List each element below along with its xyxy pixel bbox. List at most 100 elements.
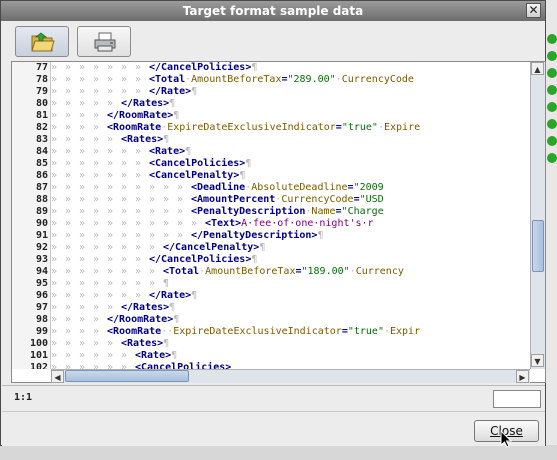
indent-marker: » xyxy=(149,218,156,229)
indent-marker: » xyxy=(79,290,86,301)
horizontal-scrollbar[interactable]: ◀ ▶ xyxy=(51,369,530,383)
status-dot-icon xyxy=(547,34,557,44)
code-token: AbsoluteDeadline xyxy=(251,182,348,193)
indent-marker: » xyxy=(135,62,142,73)
indent-marker: » xyxy=(121,62,128,73)
indent-marker: » xyxy=(121,230,128,241)
indent-marker: » xyxy=(51,314,58,325)
code-editor[interactable]: 77 78 79 80 81 82 83 84 85 86 87 88 89 90 91 92 93 94 95 96… xyxy=(11,61,546,383)
indent-marker: » xyxy=(107,302,114,313)
indent-marker: » xyxy=(65,290,72,301)
code-token: Expir xyxy=(390,326,421,337)
indent-marker: » xyxy=(65,122,72,133)
code-token: "true" xyxy=(341,122,378,133)
code-token: </RoomRate> xyxy=(107,110,174,121)
code-line: » » » » » » » » » » » <Text>A·fee·of·one·night's·r xyxy=(51,218,374,230)
indent-marker: » xyxy=(93,338,100,349)
code-token: AmountBeforeTax xyxy=(205,266,296,277)
vertical-scrollbar[interactable]: ▲ ▼ xyxy=(530,62,545,369)
status-dot-icon xyxy=(547,136,557,146)
indent-marker: » xyxy=(121,182,128,193)
indent-marker: » xyxy=(135,290,142,301)
code-token: ¶ xyxy=(251,254,258,265)
indent-marker: » xyxy=(79,302,86,313)
indent-marker: » xyxy=(51,350,58,361)
scroll-left-arrow-icon[interactable]: ◀ xyxy=(51,370,64,383)
indent-marker: » xyxy=(107,278,114,289)
indent-marker: » xyxy=(107,158,114,169)
indent-marker: » xyxy=(121,266,128,277)
indent-marker: » xyxy=(93,194,100,205)
indent-marker: » xyxy=(51,134,58,145)
code-token: ¶ xyxy=(163,338,170,349)
line-number-gutter: 77 78 79 80 81 82 83 84 85 86 87 88 89 90 91 92 93 94 95 96… xyxy=(12,62,51,369)
indent-marker: » xyxy=(51,62,58,73)
code-area[interactable]: »»»»»»» </CancelPolicies>¶»»»»»»» <Total·A… xyxy=(51,62,529,369)
indent-marker: » xyxy=(135,86,142,97)
vertical-scroll-thumb[interactable] xyxy=(532,220,544,272)
indent-marker: » xyxy=(93,242,100,253)
indent-marker: » xyxy=(93,230,100,241)
indent-marker: » xyxy=(79,338,86,349)
code-token: </Rate> xyxy=(149,86,192,97)
code-token: ¶ xyxy=(169,302,176,313)
line-number: 81 xyxy=(35,110,48,121)
folder-open-icon xyxy=(31,32,55,52)
indent-marker: » xyxy=(135,230,142,241)
indent-marker: » xyxy=(93,218,100,229)
indent-marker: » xyxy=(65,146,72,157)
dialog-footer: Close xyxy=(2,411,545,446)
code-line: » » » » » » <Rate>¶ xyxy=(51,350,177,362)
indent-marker: » xyxy=(65,278,72,289)
indent-marker: » xyxy=(79,230,86,241)
window-title: Target format sample data xyxy=(182,4,364,18)
indent-marker: » xyxy=(79,86,86,97)
code-token: ¶ xyxy=(245,158,252,169)
mouse-pointer-icon xyxy=(500,430,512,448)
indent-marker: » xyxy=(79,314,86,325)
line-number: 97 xyxy=(35,302,48,313)
indent-marker: » xyxy=(191,218,198,229)
code-token: </Rate> xyxy=(149,290,192,301)
open-folder-button[interactable] xyxy=(15,26,69,57)
indent-marker: » xyxy=(121,218,128,229)
scroll-down-arrow-icon[interactable]: ▼ xyxy=(531,354,544,367)
code-token: </CancelPenalty> xyxy=(163,242,260,253)
indent-marker: » xyxy=(79,206,86,217)
code-token: ·· xyxy=(161,326,174,337)
indent-marker: » xyxy=(135,266,142,277)
background-window-edge xyxy=(545,0,557,460)
code-token: <Rates> xyxy=(121,134,164,145)
indent-marker: » xyxy=(79,326,86,337)
indent-marker: » xyxy=(51,362,58,369)
indent-marker: » xyxy=(163,230,170,241)
title-bar[interactable]: Target format sample data ✕ xyxy=(1,1,545,21)
indent-marker: » xyxy=(93,62,100,73)
indent-marker: » xyxy=(79,194,86,205)
scroll-up-arrow-icon[interactable]: ▲ xyxy=(531,62,544,75)
indent-marker: » xyxy=(51,302,58,313)
line-number: 102 xyxy=(29,362,48,369)
print-button[interactable] xyxy=(77,26,131,57)
indent-marker: » xyxy=(65,350,72,361)
code-token: <PenaltyDescription xyxy=(191,206,306,217)
indent-marker: » xyxy=(51,122,58,133)
close-window-button[interactable]: ✕ xyxy=(526,3,541,18)
code-line: » » » » </RoomRate>¶ xyxy=(51,110,179,122)
horizontal-scroll-thumb[interactable] xyxy=(65,370,189,382)
scroll-right-arrow-icon[interactable]: ▶ xyxy=(516,370,529,383)
code-line: » » » » » » » </Rate>¶ xyxy=(51,290,197,302)
indent-marker: » xyxy=(65,86,72,97)
code-token: ¶ xyxy=(259,242,266,253)
code-token: CurrencyCode xyxy=(281,194,354,205)
indent-marker: » xyxy=(121,170,128,181)
code-token: <AmountPercent xyxy=(191,194,276,205)
indent-marker: » xyxy=(93,134,100,145)
indent-marker: » xyxy=(121,146,128,157)
code-token: </CancelPolicies> xyxy=(149,254,252,265)
indent-marker: » xyxy=(79,362,86,369)
code-token: ¶ xyxy=(169,98,176,109)
indent-marker: » xyxy=(121,74,128,85)
line-number: 85 xyxy=(35,158,48,169)
indent-marker: » xyxy=(51,266,58,277)
